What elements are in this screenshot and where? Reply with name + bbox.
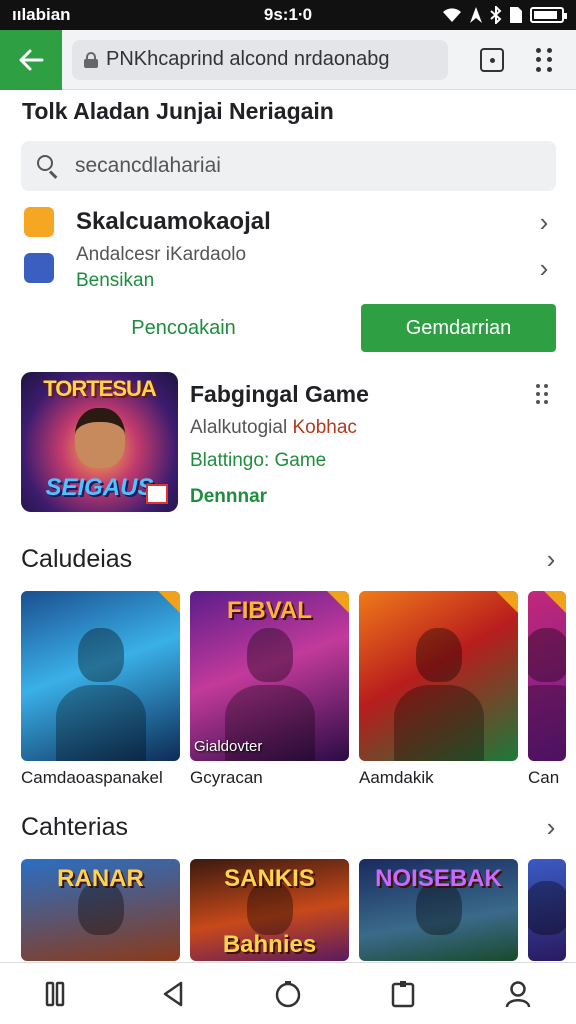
game-card-image	[528, 591, 566, 761]
game-card-image	[359, 591, 518, 761]
section-header-1[interactable]: Caludeias ›	[21, 544, 561, 575]
game-card-logo-subtext: Bahnies	[222, 931, 317, 958]
game-card[interactable]: RANAR	[21, 859, 180, 961]
game-card-logo-text: SANKIS	[224, 865, 315, 892]
browser-toolbar: PNKhcaprind alcond nrdaonabg	[0, 29, 576, 90]
corner-badge	[544, 591, 566, 613]
search-input[interactable]: secancdlahariai	[21, 141, 556, 191]
game-card[interactable]	[528, 859, 566, 961]
section-header-2[interactable]: Cahterias ›	[21, 812, 561, 843]
back-button[interactable]	[0, 29, 62, 90]
battery-level	[534, 11, 558, 19]
featured-game-image[interactable]: TORTESUA SEIGAUS	[21, 372, 178, 512]
status-bar: ıılabian 9s:1∙0	[0, 0, 576, 30]
app-icon	[24, 253, 54, 283]
recents-button[interactable]	[33, 969, 83, 1019]
arrow-left-icon	[19, 49, 44, 70]
search-icon	[37, 155, 59, 179]
section-title: Cahterias	[21, 813, 128, 841]
system-navigation-bar	[0, 962, 576, 1024]
list-item-title: Andalcesr iKardaolo	[76, 244, 247, 265]
character-body	[55, 684, 146, 761]
game-carousel-2[interactable]: RANAR SANKIS Bahnies NOISEBAK	[21, 859, 576, 961]
search-placeholder: secancdlahariai	[75, 154, 221, 177]
game-card-overlay-text: Gialdovter	[194, 738, 263, 755]
app-icon	[24, 207, 54, 237]
character-figure	[246, 628, 293, 683]
game-card-title: Aamdakik	[359, 768, 434, 787]
chevron-right-icon: ›	[546, 544, 556, 574]
secondary-button[interactable]: Pencoakain	[22, 304, 345, 352]
game-card-logo-text: FIBVAL	[227, 597, 312, 624]
lock-icon	[84, 51, 98, 68]
character-body	[393, 684, 484, 761]
tabs-button[interactable]	[480, 48, 504, 72]
game-card[interactable]: AamdakikGayarian	[359, 591, 518, 791]
tab-dot-icon	[489, 57, 495, 63]
location-icon	[470, 7, 482, 23]
character-figure	[528, 881, 566, 936]
page-title: Tolk Aladan Junjai Neriagain	[22, 98, 334, 124]
character-figure	[77, 628, 124, 683]
chevron-right-icon: ›	[546, 812, 556, 842]
chevron-right-icon: ›	[539, 206, 549, 237]
wifi-icon	[443, 8, 461, 22]
chevron-right-icon: ›	[539, 252, 549, 283]
character-figure	[415, 628, 462, 683]
more-options-icon[interactable]	[536, 384, 548, 404]
game-card[interactable]: NOISEBAK	[359, 859, 518, 961]
game-card[interactable]: SANKIS Bahnies	[190, 859, 349, 961]
bluetooth-icon	[490, 6, 502, 24]
more-menu-icon[interactable]	[536, 48, 556, 72]
featured-image-title: TORTESUA	[43, 376, 157, 401]
primary-button[interactable]: Gemdarrian	[361, 304, 556, 352]
game-card-image	[21, 591, 180, 761]
game-card[interactable]: FIBVAL Gialdovter Gcyracan	[190, 591, 349, 791]
list-item-1[interactable]: Skalcuamokaojal ›	[24, 204, 554, 240]
game-card-image	[528, 859, 566, 961]
list-item-label: Skalcuamokaojal	[76, 208, 271, 235]
featured-action-link[interactable]: Dennnar	[190, 486, 267, 508]
game-card-logo-text: RANAR	[57, 865, 144, 892]
profile-button[interactable]	[493, 969, 543, 1019]
featured-title[interactable]: Fabgingal Game	[190, 381, 369, 408]
age-rating-badge	[146, 484, 168, 504]
url-text: PNKhcaprind alcond nrdaonabg	[106, 48, 390, 70]
character-figure	[528, 628, 566, 683]
featured-category: Blattingo: Game	[190, 450, 327, 471]
home-button[interactable]	[263, 969, 313, 1019]
game-card-title: Gcyracan	[190, 768, 263, 787]
corner-badge	[496, 591, 518, 613]
list-item-subtitle: Bensikan	[76, 270, 155, 291]
home-circle-icon	[275, 980, 301, 1007]
game-card-image: RANAR	[21, 859, 180, 961]
section-title: Caludeias	[21, 545, 133, 573]
back-triangle-icon	[163, 981, 183, 1006]
game-card[interactable]: Camdaoaspanakel	[21, 591, 180, 791]
game-carousel-1[interactable]: Camdaoaspanakel FIBVAL Gialdovter Gcyracan A…	[21, 591, 576, 791]
profile-icon	[506, 980, 531, 1007]
developer-highlight: Kobhac	[292, 417, 357, 438]
game-card-image: NOISEBAK	[359, 859, 518, 961]
featured-developer: Alalkutogial Kobhac	[190, 417, 357, 438]
system-icons	[442, 6, 567, 24]
sim-icon	[510, 7, 522, 23]
game-card-title: Camdaoaspanakel	[21, 768, 163, 787]
battery-icon	[530, 7, 567, 23]
game-card-image: SANKIS Bahnies	[190, 859, 349, 961]
list-item-2[interactable]: Andalcesr iKardaolo Bensikan ›	[24, 243, 554, 293]
game-card-title: Can	[528, 768, 560, 787]
character-body	[528, 684, 566, 761]
nav-back-button[interactable]	[148, 969, 198, 1019]
clipboard-button[interactable]	[378, 969, 428, 1019]
game-card-logo-text: NOISEBAK	[375, 865, 502, 892]
recents-icon	[45, 981, 64, 1006]
address-bar[interactable]: PNKhcaprind alcond nrdaonabg	[72, 39, 448, 80]
game-card-image: FIBVAL Gialdovter	[190, 591, 349, 761]
clipboard-icon	[391, 980, 415, 1007]
game-card[interactable]: CanArls	[528, 591, 566, 791]
carrier-label: ıılabian	[12, 5, 71, 24]
corner-badge	[158, 591, 180, 613]
